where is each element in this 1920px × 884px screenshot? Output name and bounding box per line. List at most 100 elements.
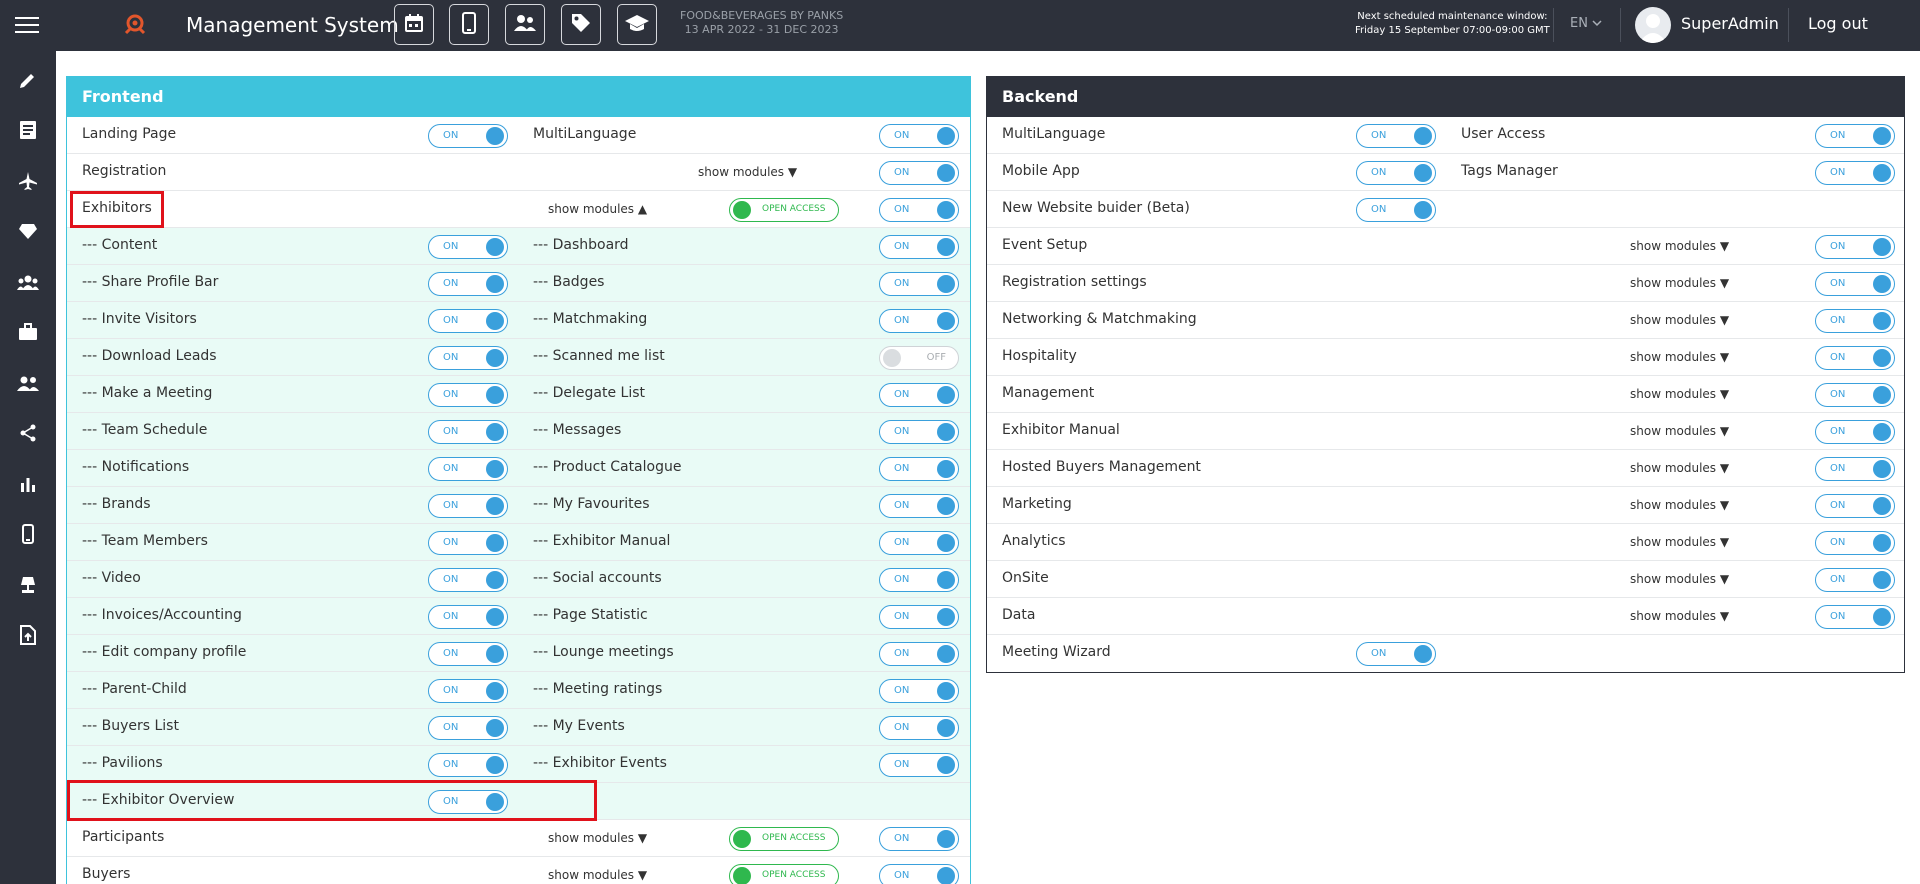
multilanguage-toggle[interactable]: ON [879, 124, 959, 148]
users-card-button[interactable] [505, 4, 545, 45]
avatar[interactable] [1635, 7, 1671, 43]
meeting-wizard-toggle[interactable]: ON [1356, 642, 1436, 666]
module-toggle[interactable]: ON [1815, 383, 1895, 407]
pencil-icon[interactable] [16, 68, 40, 92]
module-toggle[interactable]: ON [879, 531, 959, 555]
module-toggle[interactable]: ON [428, 790, 508, 814]
module-toggle[interactable]: ON [428, 383, 508, 407]
language-selector[interactable]: EN [1570, 16, 1602, 31]
logout-button[interactable]: Log out [1808, 14, 1868, 33]
toggle-state: ON [894, 833, 910, 844]
show-modules-toggle[interactable]: show modules ▼ [548, 831, 647, 845]
show-modules-toggle[interactable]: show modules ▼ [548, 868, 647, 882]
module-toggle[interactable]: ON [1815, 457, 1895, 481]
module-toggle[interactable]: ON [879, 605, 959, 629]
module-toggle[interactable]: ON [428, 531, 508, 555]
show-modules-toggle[interactable]: show modules ▼ [1630, 609, 1729, 623]
open-access-toggle[interactable]: OPEN ACCESS [729, 827, 839, 851]
module-toggle[interactable]: ON [428, 235, 508, 259]
file-upload-icon[interactable] [16, 623, 40, 647]
table-row: Hosted Buyers Management show modules ▼ ON [987, 450, 1904, 487]
mobile-icon[interactable] [16, 522, 40, 546]
bar-chart-icon[interactable] [16, 472, 40, 496]
tag-button[interactable] [561, 4, 601, 45]
open-access-toggle[interactable]: OPEN ACCESS [729, 864, 839, 884]
open-access-toggle[interactable]: OPEN ACCESS [729, 198, 839, 222]
module-toggle[interactable]: ON [1815, 346, 1895, 370]
participants-toggle[interactable]: ON [879, 827, 959, 851]
group-icon[interactable] [16, 270, 40, 294]
module-toggle[interactable]: ON [428, 642, 508, 666]
diamond-icon[interactable] [16, 219, 40, 243]
show-modules-toggle[interactable]: show modules ▼ [1630, 498, 1729, 512]
show-modules-toggle[interactable]: show modules ▼ [1630, 424, 1729, 438]
module-toggle[interactable]: ON [428, 494, 508, 518]
show-modules-toggle[interactable]: show modules ▼ [698, 165, 797, 179]
module-toggle[interactable]: ON [428, 568, 508, 592]
module-toggle[interactable]: ON [879, 457, 959, 481]
module-toggle[interactable]: ON [1815, 272, 1895, 296]
module-toggle[interactable]: ON [1815, 531, 1895, 555]
hamburger-menu-icon[interactable] [15, 17, 39, 35]
show-modules-toggle[interactable]: show modules ▼ [1630, 239, 1729, 253]
user-access-toggle[interactable]: ON [1815, 124, 1895, 148]
module-toggle[interactable]: ON [879, 568, 959, 592]
calendar-button[interactable] [394, 4, 434, 45]
people-icon[interactable] [16, 371, 40, 395]
module-toggle[interactable]: OFF [879, 346, 959, 370]
multilanguage-label: MultiLanguage [533, 126, 637, 142]
show-modules-toggle[interactable]: show modules ▼ [1630, 313, 1729, 327]
table-row: --- Team Schedule ON --- Messages ON [67, 413, 970, 450]
module-toggle[interactable]: ON [428, 457, 508, 481]
module-toggle[interactable]: ON [879, 642, 959, 666]
module-toggle[interactable]: ON [879, 235, 959, 259]
module-toggle[interactable]: ON [428, 420, 508, 444]
buyers-toggle[interactable]: ON [879, 864, 959, 884]
show-modules-toggle[interactable]: show modules ▲ [548, 202, 647, 216]
module-toggle[interactable]: ON [428, 679, 508, 703]
graduation-button[interactable] [617, 4, 657, 45]
show-modules-toggle[interactable]: show modules ▼ [1630, 350, 1729, 364]
toggle-knob [486, 793, 504, 811]
module-toggle[interactable]: ON [879, 753, 959, 777]
lamp-icon[interactable] [16, 573, 40, 597]
module-toggle[interactable]: ON [428, 753, 508, 777]
module-toggle[interactable]: ON [428, 605, 508, 629]
toggle-knob [486, 534, 504, 552]
website-builder-toggle[interactable]: ON [1356, 198, 1436, 222]
briefcase-icon[interactable] [16, 320, 40, 344]
list-icon[interactable] [16, 118, 40, 142]
module-toggle[interactable]: ON [879, 272, 959, 296]
show-modules-toggle[interactable]: show modules ▼ [1630, 276, 1729, 290]
module-toggle[interactable]: ON [879, 420, 959, 444]
module-toggle[interactable]: ON [1815, 309, 1895, 333]
module-toggle[interactable]: ON [1815, 605, 1895, 629]
plane-icon[interactable] [16, 169, 40, 193]
registration-toggle[interactable]: ON [879, 161, 959, 185]
module-toggle[interactable]: ON [879, 494, 959, 518]
mobile-app-toggle[interactable]: ON [1356, 161, 1436, 185]
show-modules-toggle[interactable]: show modules ▼ [1630, 461, 1729, 475]
module-toggle[interactable]: ON [879, 383, 959, 407]
mobile-button[interactable] [449, 4, 489, 45]
module-toggle[interactable]: ON [428, 346, 508, 370]
multilanguage-toggle[interactable]: ON [1356, 124, 1436, 148]
module-toggle[interactable]: ON [1815, 235, 1895, 259]
module-toggle[interactable]: ON [879, 309, 959, 333]
exhibitors-toggle[interactable]: ON [879, 198, 959, 222]
module-toggle[interactable]: ON [428, 309, 508, 333]
module-toggle[interactable]: ON [428, 272, 508, 296]
share-icon[interactable] [16, 421, 40, 445]
module-toggle[interactable]: ON [879, 679, 959, 703]
show-modules-toggle[interactable]: show modules ▼ [1630, 535, 1729, 549]
module-toggle[interactable]: ON [1815, 494, 1895, 518]
module-toggle[interactable]: ON [1815, 568, 1895, 592]
show-modules-toggle[interactable]: show modules ▼ [1630, 572, 1729, 586]
module-toggle[interactable]: ON [1815, 420, 1895, 444]
module-toggle[interactable]: ON [879, 716, 959, 740]
show-modules-toggle[interactable]: show modules ▼ [1630, 387, 1729, 401]
user-name[interactable]: SuperAdmin [1681, 14, 1779, 33]
landing-page-toggle[interactable]: ON [428, 124, 508, 148]
module-toggle[interactable]: ON [428, 716, 508, 740]
tags-manager-toggle[interactable]: ON [1815, 161, 1895, 185]
